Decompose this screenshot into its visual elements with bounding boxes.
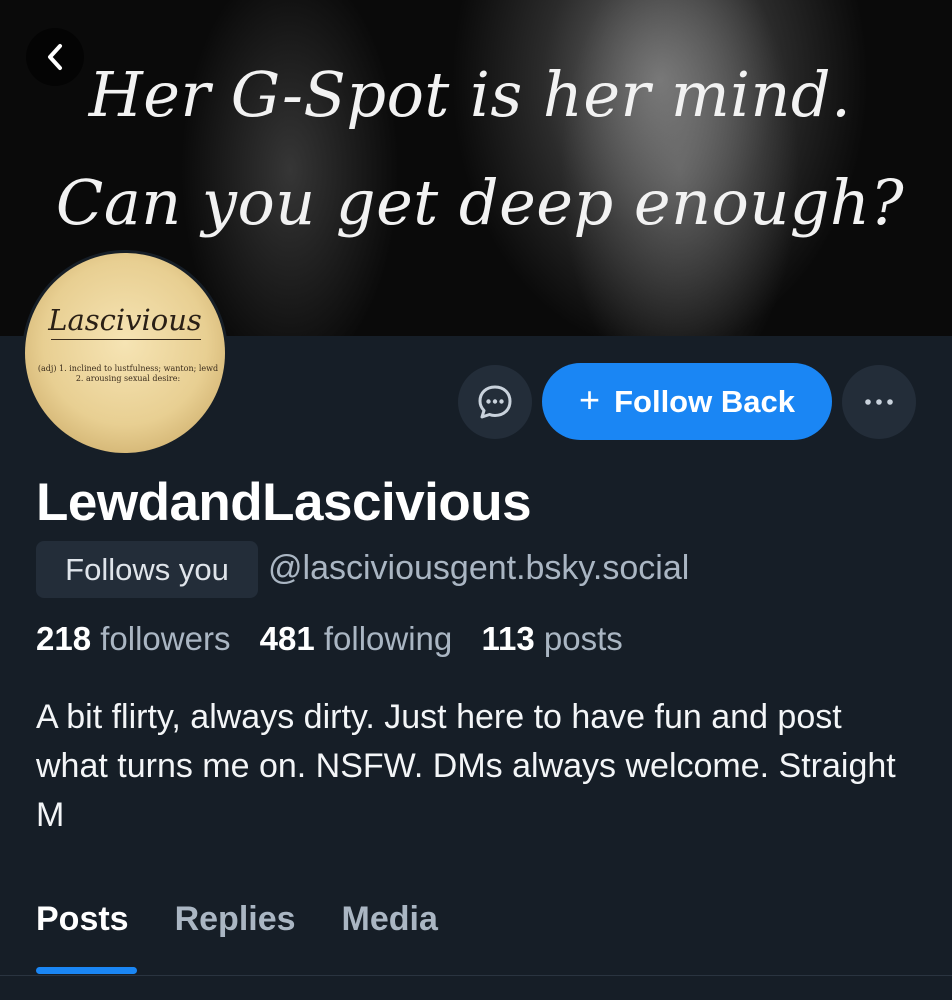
tab-posts[interactable]: Posts	[36, 900, 129, 939]
avatar-title: Lascivious	[48, 303, 202, 337]
avatar[interactable]: Lascivious (adj) 1. inclined to lustfuln…	[22, 250, 228, 456]
chevron-left-icon	[48, 44, 62, 70]
message-button[interactable]	[458, 365, 532, 439]
followers-count: 218	[36, 620, 92, 657]
profile-tabs: Posts Replies Media	[36, 900, 438, 939]
followers-stat[interactable]: 218 followers	[36, 620, 230, 657]
following-count: 481	[259, 620, 315, 657]
back-button[interactable]	[26, 28, 84, 86]
follow-back-button[interactable]: + Follow Back	[542, 363, 832, 440]
avatar-image: Lascivious (adj) 1. inclined to lustfuln…	[25, 253, 225, 453]
posts-stat: 113 posts	[481, 620, 622, 657]
avatar-definition-1: (adj) 1. inclined to lustfulness; wanton…	[37, 364, 219, 373]
follows-you-badge: Follows you	[36, 541, 258, 598]
avatar-divider	[51, 339, 201, 340]
banner-text-line2: Can you get deep enough?	[55, 166, 905, 239]
following-label: following	[323, 620, 453, 657]
user-handle: @lasciviousgent.bsky.social	[268, 549, 690, 587]
follow-back-label: Follow Back	[614, 383, 795, 419]
followers-label: followers	[100, 620, 231, 657]
plus-icon: +	[579, 379, 601, 420]
profile-bio: A bit flirty, always dirty. Just here to…	[36, 698, 896, 834]
display-name: LewdandLascivious	[36, 473, 532, 532]
following-stat[interactable]: 481 following	[260, 620, 453, 657]
posts-label: posts	[543, 620, 623, 657]
banner-text-line1: Her G-Spot is her mind.	[88, 58, 852, 131]
tab-replies[interactable]: Replies	[175, 900, 296, 939]
chat-bubble-icon	[478, 385, 512, 419]
ellipsis-icon	[865, 399, 893, 405]
posts-count: 113	[481, 620, 535, 657]
profile-stats: 218 followers 481 following 113 posts	[36, 620, 643, 658]
more-options-button[interactable]	[842, 365, 916, 439]
tabs-divider	[0, 975, 952, 976]
tab-media[interactable]: Media	[342, 900, 438, 939]
avatar-definition-2: 2. arousing sexual desire:	[75, 374, 181, 383]
active-tab-indicator	[36, 967, 137, 974]
